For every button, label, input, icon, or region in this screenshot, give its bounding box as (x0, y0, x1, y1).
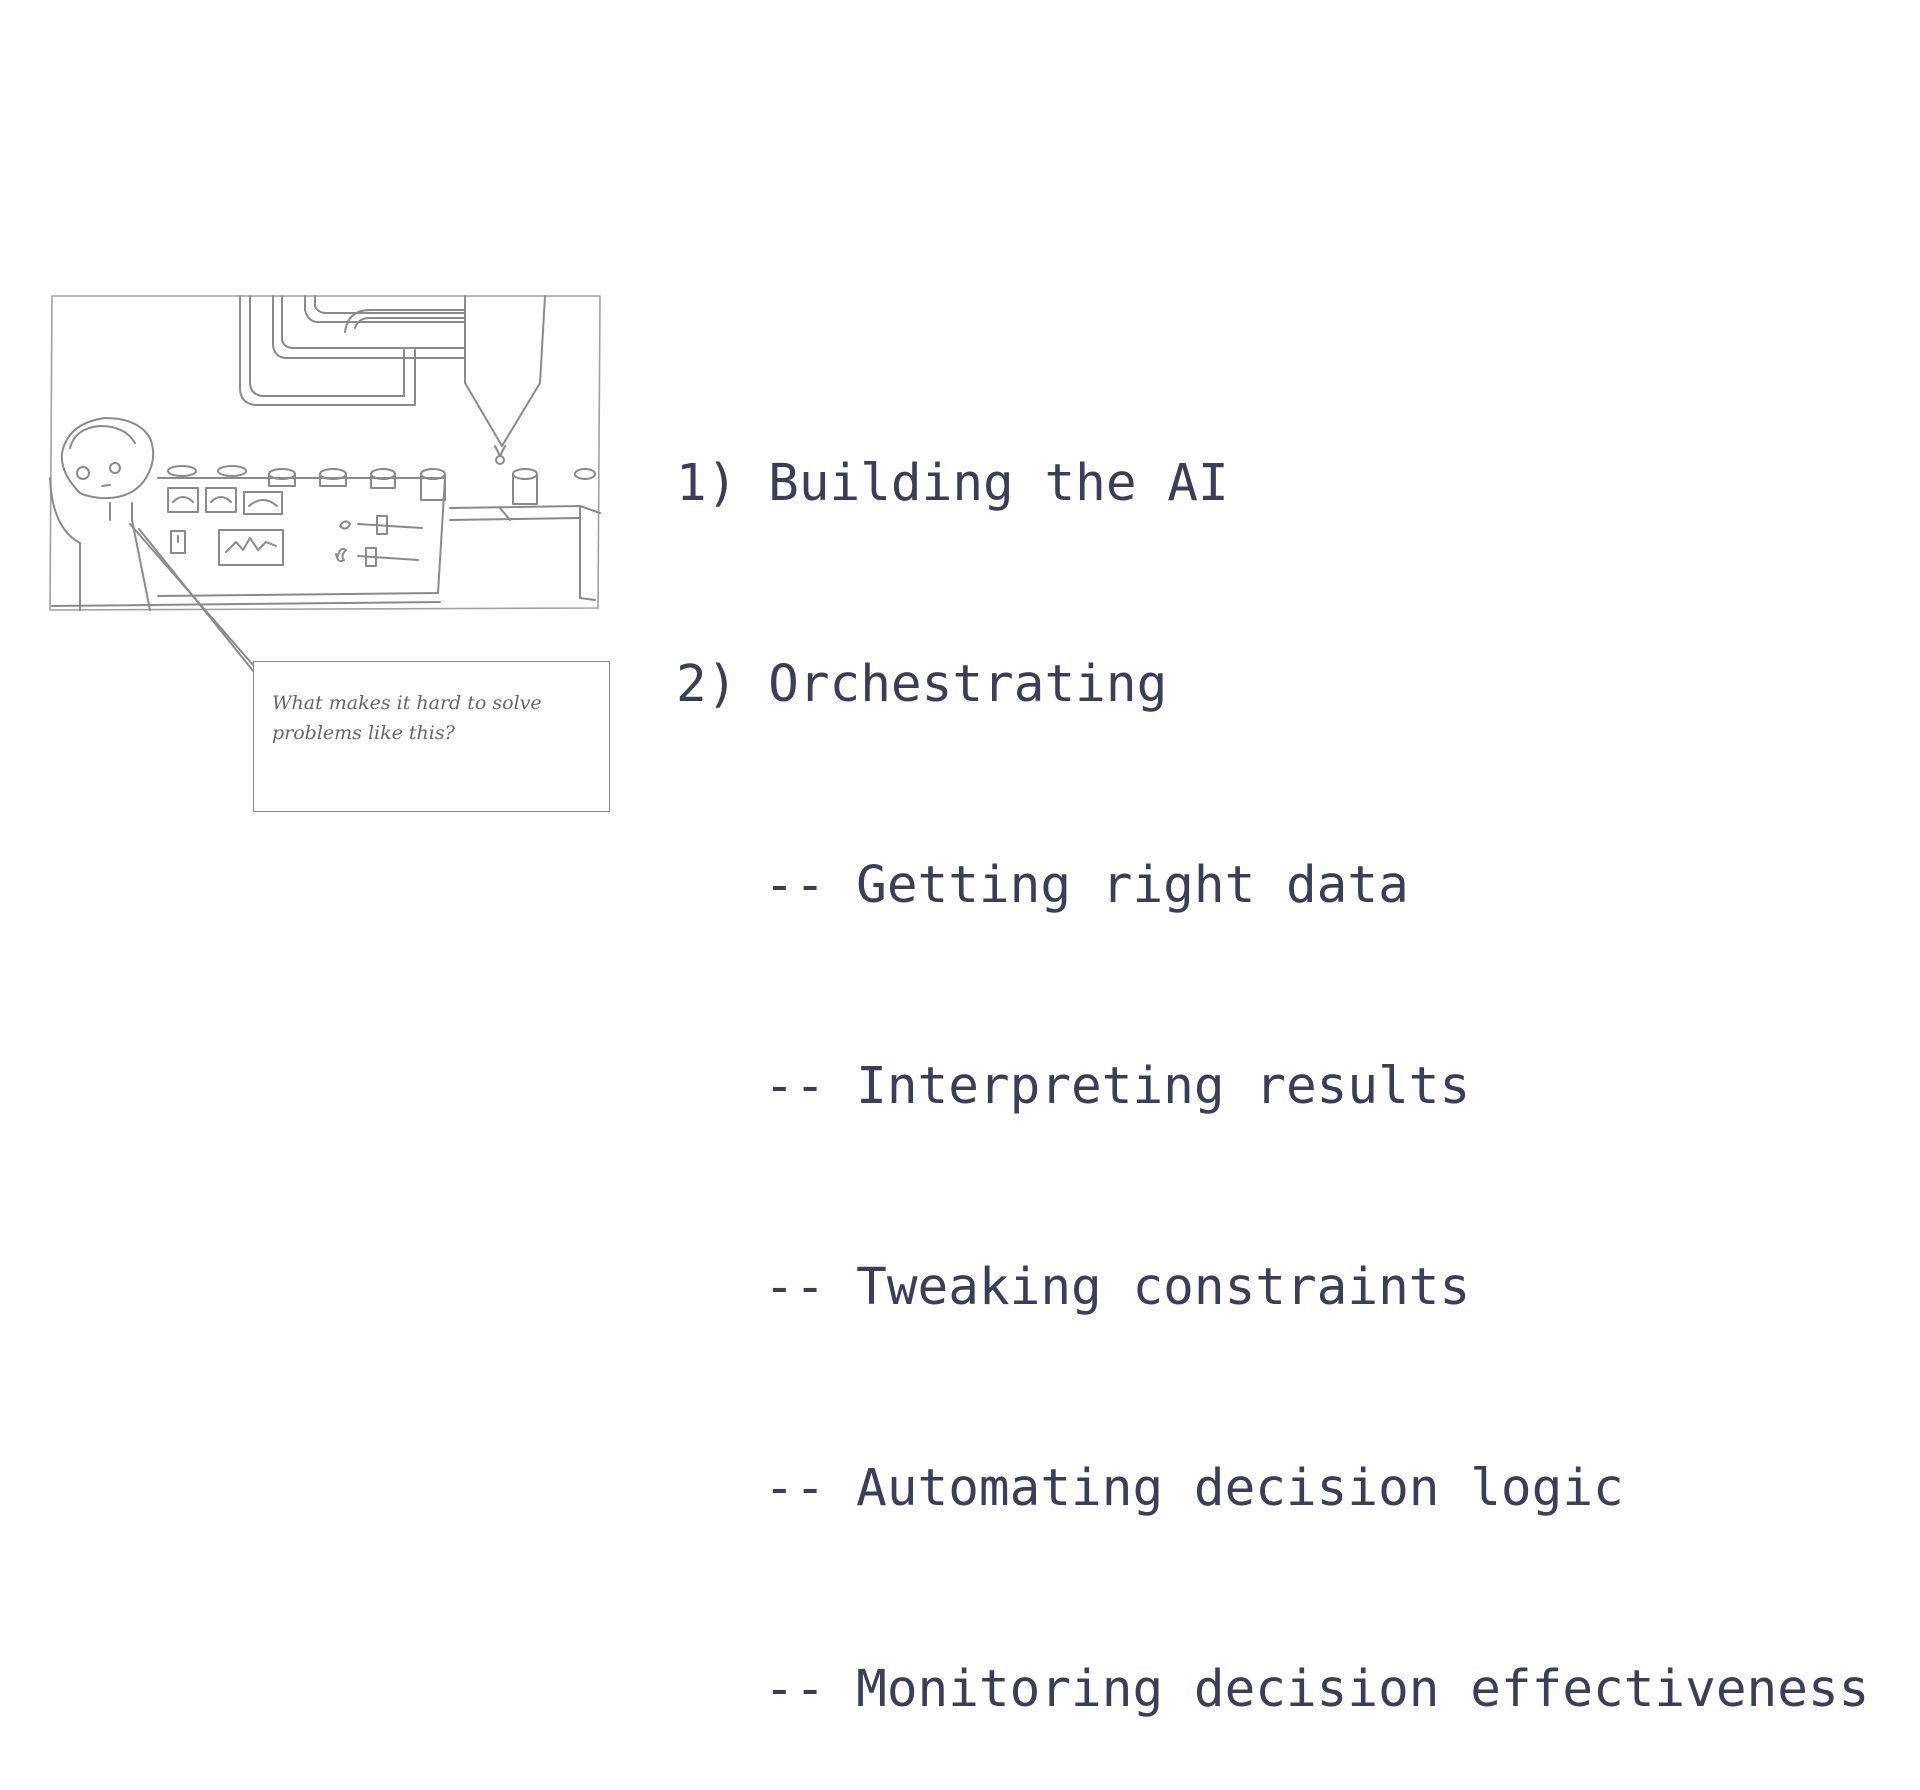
speech-callout: What makes it hard to solve problems lik… (253, 661, 610, 812)
sub-list-item: -- Interpreting results (764, 1057, 1471, 1116)
agenda-list: 1) Building the AI 2) Orchestrating -- G… (676, 316, 1869, 1790)
sub-list-item: -- Automating decision logic (764, 1459, 1624, 1518)
sub-list-item: -- Monitoring decision effectiveness (764, 1660, 1870, 1719)
list-item: 1) Building the AI (676, 454, 1229, 513)
list-item: 2) Orchestrating (676, 655, 1168, 714)
callout-text: What makes it hard to solve problems lik… (272, 692, 542, 744)
sub-list-item: -- Tweaking constraints (764, 1258, 1471, 1317)
sub-list-item: -- Getting right data (764, 856, 1409, 915)
